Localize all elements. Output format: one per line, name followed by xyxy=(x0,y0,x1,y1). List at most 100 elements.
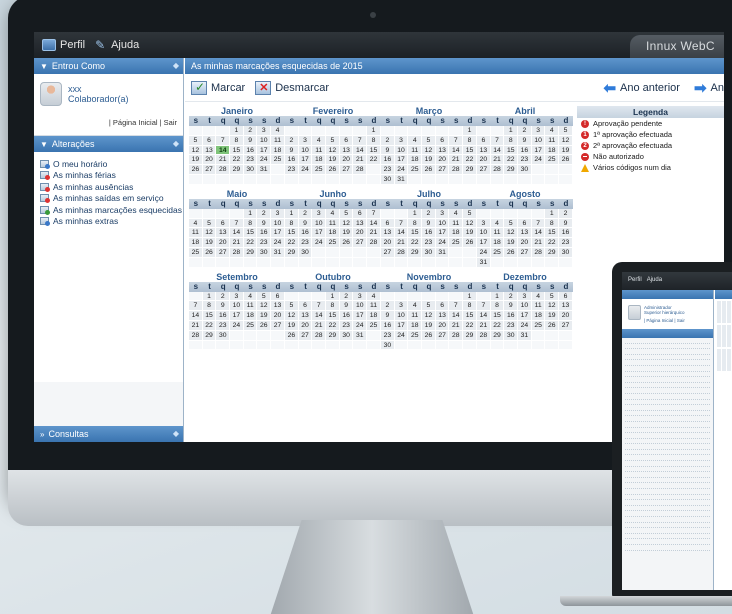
day-cell[interactable]: 21 xyxy=(394,238,409,248)
day-cell[interactable]: 23 xyxy=(257,238,272,248)
changes-header[interactable]: ▼ Alterações ◆ xyxy=(34,136,183,152)
day-cell[interactable]: 13 xyxy=(271,301,285,312)
day-cell[interactable]: 6 xyxy=(477,135,491,146)
day-cell[interactable]: 18 xyxy=(326,228,340,239)
day-cell[interactable]: 31 xyxy=(271,247,285,258)
day-cell[interactable]: 17 xyxy=(435,228,450,239)
day-cell[interactable]: 4 xyxy=(312,135,327,146)
day-cell[interactable]: 18 xyxy=(531,311,546,321)
day-cell[interactable]: 30 xyxy=(381,340,395,351)
day-cell[interactable]: 6 xyxy=(518,218,532,229)
day-cell[interactable]: 18 xyxy=(271,145,285,156)
day-cell[interactable]: 28 xyxy=(490,165,505,175)
unmark-button[interactable]: Desmarcar xyxy=(255,80,329,95)
day-cell[interactable]: 14 xyxy=(230,228,244,239)
day-cell[interactable]: 29 xyxy=(285,247,299,258)
day-cell[interactable]: 30 xyxy=(339,330,354,341)
day-cell[interactable]: 15 xyxy=(408,228,423,239)
day-cell[interactable]: 14 xyxy=(394,228,409,239)
day-cell[interactable]: 11 xyxy=(326,218,340,229)
day-cell[interactable]: 8 xyxy=(285,218,299,229)
day-cell[interactable]: 26 xyxy=(285,330,299,341)
day-cell[interactable]: 30 xyxy=(381,174,395,185)
day-cell[interactable]: 20 xyxy=(298,320,313,331)
day-cell[interactable]: 7 xyxy=(230,218,244,229)
day-cell[interactable]: 10 xyxy=(394,145,409,156)
day-cell[interactable]: 26 xyxy=(422,165,436,175)
day-cell[interactable]: 19 xyxy=(504,238,519,248)
user-links[interactable]: | Página Inicial | Sair xyxy=(109,118,177,127)
day-cell[interactable]: 10 xyxy=(230,301,244,312)
day-cell[interactable]: 18 xyxy=(408,320,423,331)
laptop-user-links[interactable]: | Página Inicial | Sair xyxy=(644,318,713,323)
day-cell[interactable]: 20 xyxy=(477,155,491,166)
day-cell[interactable]: 5 xyxy=(504,218,519,229)
day-cell[interactable]: 5 xyxy=(339,208,354,219)
day-cell[interactable]: 8 xyxy=(463,301,477,312)
day-cell[interactable]: 10 xyxy=(312,218,327,229)
day-cell[interactable]: 30 xyxy=(422,247,436,258)
day-cell[interactable]: 17 xyxy=(353,311,368,321)
day-cell[interactable]: 15 xyxy=(326,311,340,321)
day-cell[interactable]: 5 xyxy=(326,135,340,146)
day-cell[interactable]: 2 xyxy=(518,126,532,136)
day-cell[interactable]: 30 xyxy=(216,330,231,341)
day-cell[interactable]: 4 xyxy=(326,208,340,219)
day-cell[interactable]: 28 xyxy=(394,247,409,258)
day-cell[interactable]: 20 xyxy=(339,155,354,166)
day-cell[interactable]: 25 xyxy=(490,247,505,258)
day-cell[interactable]: 4 xyxy=(367,291,381,302)
day-cell[interactable]: 17 xyxy=(312,228,327,239)
day-cell[interactable]: 5 xyxy=(285,301,299,312)
day-cell[interactable]: 13 xyxy=(381,228,395,239)
day-cell[interactable]: 3 xyxy=(298,135,313,146)
day-cell[interactable]: 9 xyxy=(559,218,573,229)
day-cell[interactable]: 4 xyxy=(531,291,546,302)
day-cell[interactable]: 27 xyxy=(435,330,450,341)
day-cell[interactable]: 3 xyxy=(271,208,285,219)
day-cell[interactable]: 15 xyxy=(202,311,217,321)
day-cell[interactable]: 20 xyxy=(518,238,532,248)
day-cell[interactable]: 14 xyxy=(477,311,491,321)
day-cell[interactable]: 6 xyxy=(435,135,450,146)
day-cell[interactable]: 9 xyxy=(381,145,395,156)
day-cell[interactable]: 9 xyxy=(285,145,299,156)
day-cell[interactable]: 9 xyxy=(216,301,231,312)
day-cell[interactable]: 27 xyxy=(298,330,313,341)
day-cell[interactable]: 19 xyxy=(545,311,560,321)
day-cell[interactable]: 18 xyxy=(243,311,258,321)
queries-header[interactable]: » Consultas ◆ xyxy=(34,426,183,442)
day-cell[interactable]: 26 xyxy=(339,238,354,248)
day-cell[interactable]: 12 xyxy=(463,218,477,229)
day-cell[interactable]: 29 xyxy=(202,330,217,341)
day-cell[interactable]: 5 xyxy=(202,218,217,229)
day-cell[interactable]: 6 xyxy=(435,301,450,312)
day-cell[interactable]: 9 xyxy=(504,301,519,312)
day-cell[interactable]: 29 xyxy=(243,247,258,258)
day-cell[interactable]: 14 xyxy=(531,228,546,239)
day-cell[interactable]: 11 xyxy=(243,301,258,312)
day-cell[interactable]: 28 xyxy=(216,165,231,175)
day-cell[interactable]: 8 xyxy=(230,135,244,146)
day-cell[interactable]: 25 xyxy=(326,238,340,248)
day-cell[interactable]: 8 xyxy=(490,301,505,312)
day-cell[interactable]: 17 xyxy=(298,155,313,166)
day-cell[interactable]: 18 xyxy=(408,155,423,166)
day-cell[interactable]: 25 xyxy=(312,165,327,175)
day-cell[interactable]: 10 xyxy=(435,218,450,229)
day-cell[interactable]: 12 xyxy=(326,145,340,156)
day-cell[interactable]: 30 xyxy=(518,165,532,175)
day-cell[interactable]: 27 xyxy=(339,165,354,175)
day-cell[interactable]: 27 xyxy=(381,247,395,258)
day-cell[interactable]: 7 xyxy=(394,218,409,229)
day-cell[interactable]: 26 xyxy=(504,247,519,258)
day-cell[interactable]: 5 xyxy=(422,301,436,312)
day-cell[interactable]: 27 xyxy=(271,320,285,331)
day-cell[interactable]: 16 xyxy=(285,155,299,166)
menu-item[interactable]: As minhas saídas em serviço xyxy=(40,193,183,205)
day-cell[interactable]: 24 xyxy=(353,320,368,331)
day-cell[interactable]: 1 xyxy=(326,291,340,302)
day-cell[interactable]: 17 xyxy=(257,145,272,156)
day-cell[interactable]: 1 xyxy=(202,291,217,302)
day-cell[interactable]: 23 xyxy=(381,165,395,175)
